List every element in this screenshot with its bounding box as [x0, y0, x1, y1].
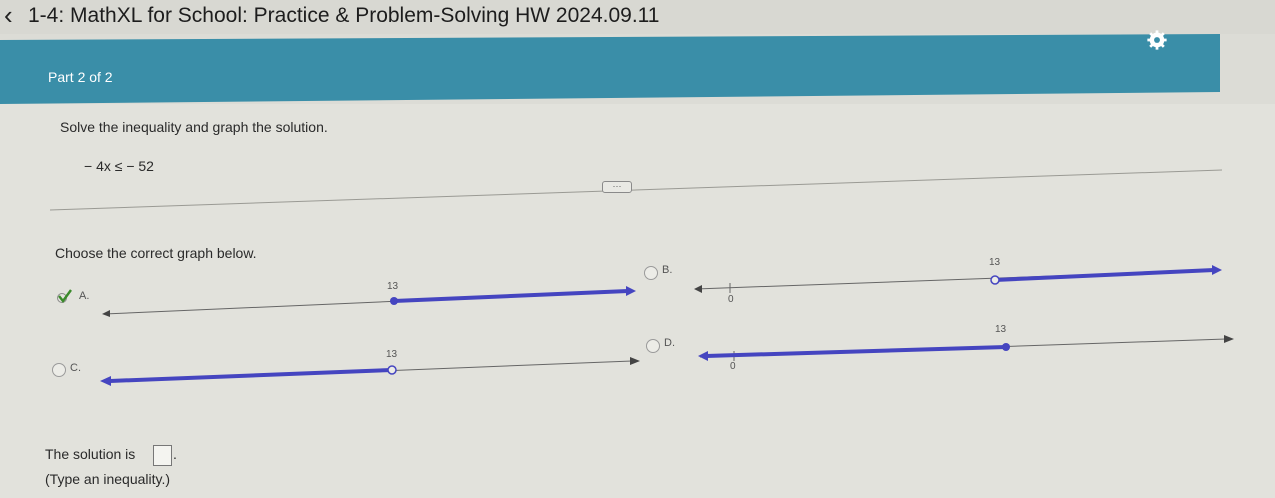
- option-b-letter: B.: [662, 264, 673, 276]
- section-divider: [50, 169, 1222, 211]
- part-label: Part 2 of 2: [48, 69, 113, 85]
- chevron-left-icon[interactable]: ‹: [4, 2, 13, 28]
- option-d-number-line[interactable]: [696, 330, 1236, 366]
- checkmark-icon: [57, 289, 72, 303]
- solution-label: The solution is: [45, 446, 136, 462]
- gear-icon[interactable]: [1146, 29, 1168, 51]
- instruction-text: Solve the inequality and graph the solut…: [60, 119, 328, 135]
- answer-period: .: [173, 446, 177, 462]
- choices-prompt: Choose the correct graph below.: [55, 245, 257, 261]
- option-c-number-line[interactable]: [96, 352, 642, 388]
- option-c-radio[interactable]: [52, 363, 66, 377]
- option-c-letter: C.: [70, 362, 81, 374]
- option-b-number-line[interactable]: [692, 262, 1226, 298]
- answer-hint: (Type an inequality.): [45, 471, 171, 487]
- option-b-radio[interactable]: [644, 266, 658, 280]
- app-title: 1-4: MathXL for School: Practice & Probl…: [28, 4, 660, 27]
- option-a-number-line[interactable]: [100, 284, 640, 320]
- option-d-letter: D.: [664, 337, 675, 349]
- option-d-radio[interactable]: [646, 339, 660, 353]
- more-button[interactable]: ···: [602, 181, 632, 193]
- option-a-letter: A.: [79, 290, 90, 302]
- part-header: [0, 34, 1220, 104]
- answer-input[interactable]: [153, 445, 172, 466]
